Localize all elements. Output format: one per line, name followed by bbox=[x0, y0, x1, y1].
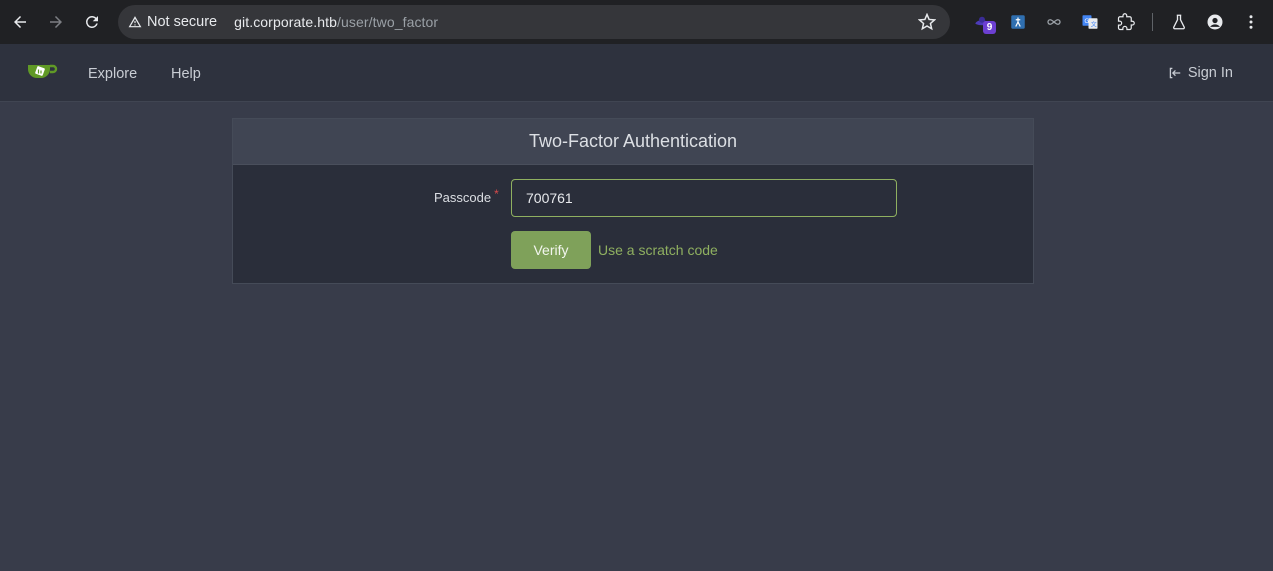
warning-triangle-icon bbox=[128, 16, 142, 28]
nav-help[interactable]: Help bbox=[171, 66, 201, 82]
arrow-right-icon bbox=[50, 16, 62, 28]
required-marker: * bbox=[494, 187, 499, 201]
person-icon bbox=[1207, 14, 1223, 30]
site-header: Explore Help Sign In bbox=[0, 44, 1273, 102]
browser-toolbar: Not secure git.corporate.htb/user/two_fa… bbox=[0, 0, 1273, 44]
svg-text:文: 文 bbox=[1091, 21, 1097, 29]
forward-button[interactable] bbox=[38, 0, 74, 44]
url-path: /user/two_factor bbox=[337, 14, 439, 30]
url-text[interactable]: git.corporate.htb/user/two_factor bbox=[234, 14, 438, 30]
passcode-label-text: Passcode bbox=[434, 190, 492, 205]
back-button[interactable] bbox=[2, 0, 38, 44]
extension-proxy[interactable]: 9 bbox=[964, 0, 1000, 44]
sign-in-icon bbox=[1169, 67, 1181, 79]
labs-button[interactable] bbox=[1161, 0, 1197, 44]
passcode-input[interactable] bbox=[511, 179, 897, 217]
address-bar[interactable]: Not secure git.corporate.htb/user/two_fa… bbox=[118, 5, 950, 39]
verify-button[interactable]: Verify bbox=[511, 231, 591, 269]
url-host: git.corporate.htb bbox=[234, 14, 337, 30]
kebab-menu-icon bbox=[1249, 15, 1253, 29]
sign-in-label: Sign In bbox=[1187, 65, 1233, 81]
browser-menu-button[interactable] bbox=[1233, 0, 1269, 44]
extension-wappalyzer[interactable] bbox=[1000, 0, 1036, 44]
gitea-logo-icon[interactable] bbox=[26, 59, 58, 87]
reload-button[interactable] bbox=[74, 0, 110, 44]
bookmark-star-icon[interactable] bbox=[918, 13, 936, 31]
extension-translate[interactable]: G文 bbox=[1072, 0, 1108, 44]
scratch-code-link[interactable]: Use a scratch code bbox=[598, 242, 718, 258]
nav-explore[interactable]: Explore bbox=[88, 66, 137, 82]
translate-icon: G文 bbox=[1082, 15, 1098, 29]
security-indicator[interactable]: Not secure bbox=[128, 14, 217, 30]
sign-in-link[interactable]: Sign In bbox=[1168, 65, 1233, 81]
extensions-menu-button[interactable] bbox=[1108, 0, 1144, 44]
svg-text:G: G bbox=[1084, 18, 1089, 25]
card-title: Two-Factor Authentication bbox=[233, 119, 1033, 165]
infinity-icon bbox=[1047, 19, 1061, 25]
arrow-left-icon bbox=[14, 16, 26, 28]
extension-infinity[interactable] bbox=[1036, 0, 1072, 44]
passcode-label: Passcode * bbox=[434, 187, 499, 205]
extension-badge: 9 bbox=[983, 21, 996, 34]
extension-figure-icon bbox=[1011, 15, 1025, 29]
puzzle-icon bbox=[1117, 13, 1135, 31]
flask-icon bbox=[1173, 14, 1185, 30]
profile-button[interactable] bbox=[1197, 0, 1233, 44]
extensions-area: 9 G文 bbox=[964, 0, 1269, 44]
two-factor-card: Two-Factor Authentication Passcode* Veri… bbox=[232, 118, 1034, 284]
toolbar-divider bbox=[1152, 13, 1153, 31]
security-label: Not secure bbox=[147, 14, 218, 30]
reload-icon bbox=[85, 15, 98, 28]
